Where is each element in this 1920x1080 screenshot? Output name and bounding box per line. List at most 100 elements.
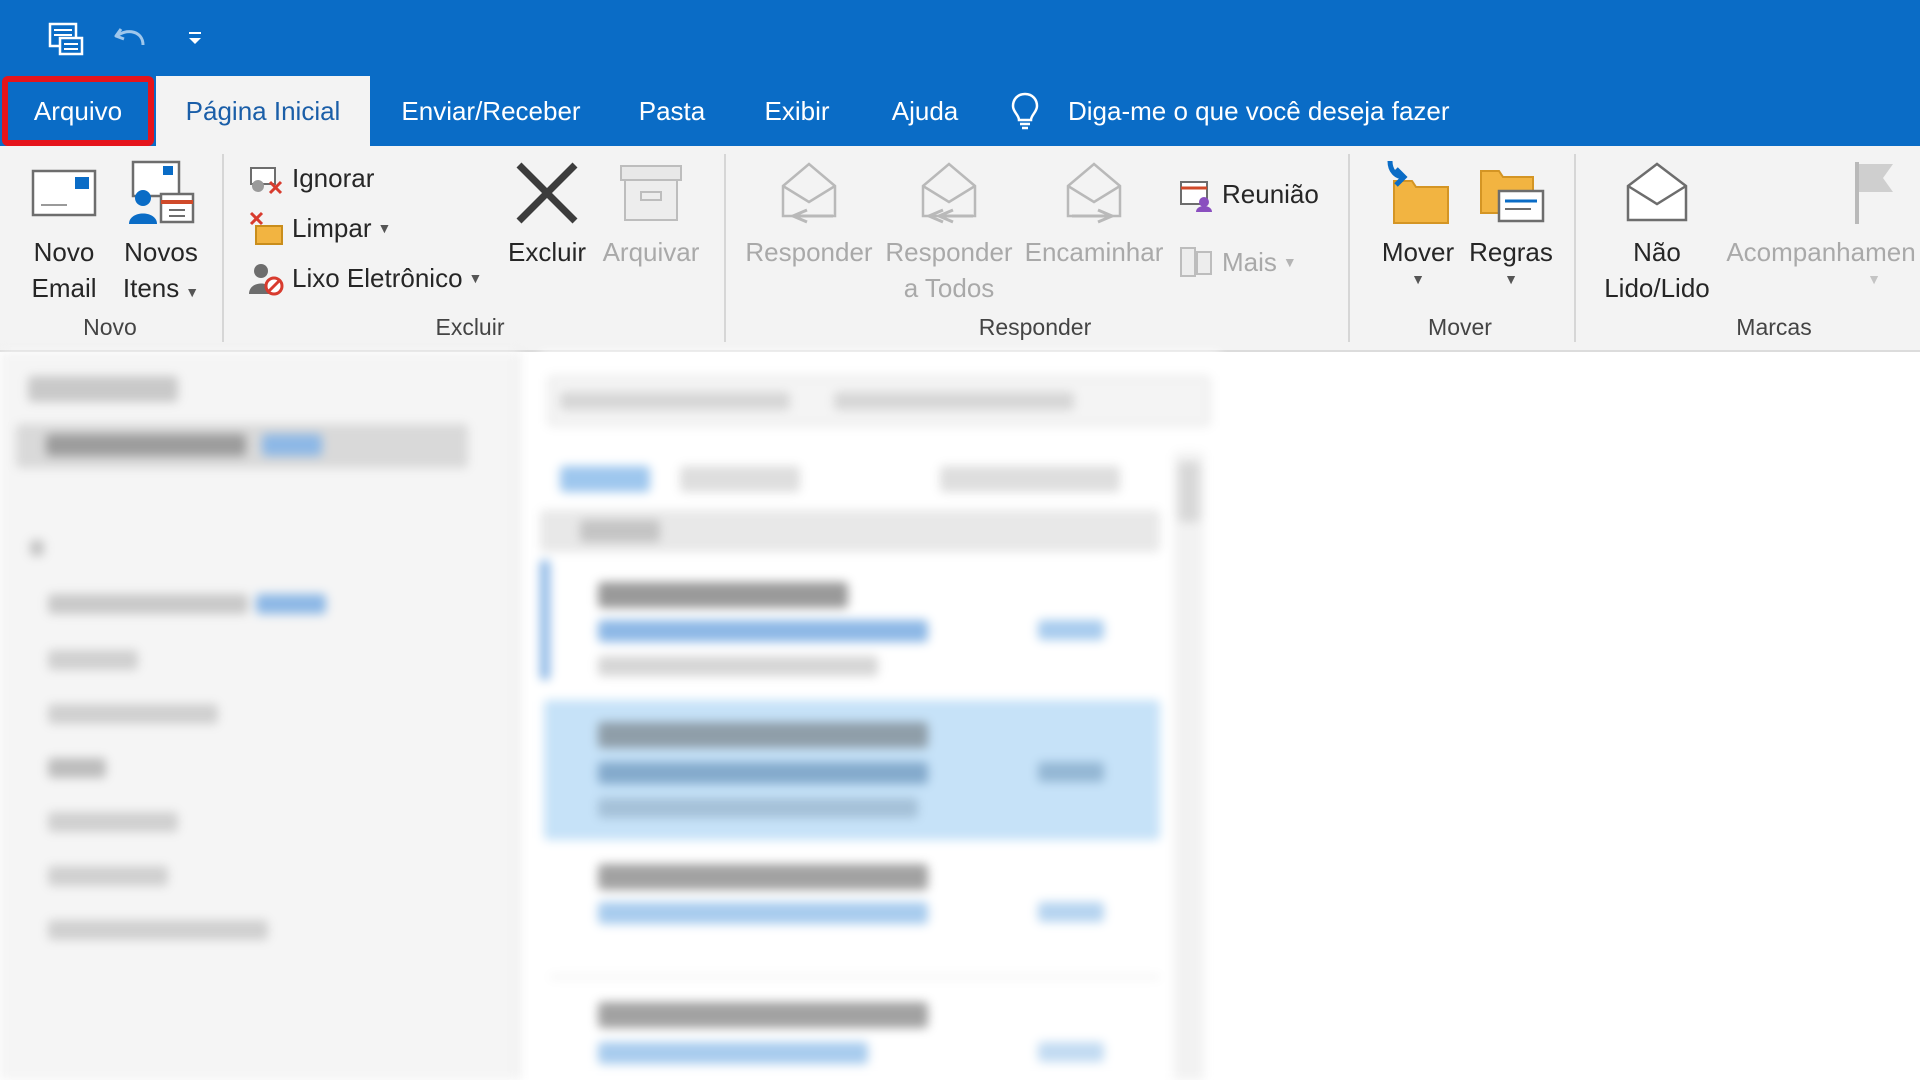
lightbulb-icon	[1010, 91, 1040, 131]
move-folder-icon	[1382, 154, 1454, 232]
folder-item	[48, 812, 178, 832]
message-subject	[598, 762, 928, 784]
tab-exibir[interactable]: Exibir	[744, 76, 850, 146]
ribbon-tab-bar: Arquivo Página Inicial Enviar/Receber Pa…	[0, 76, 1920, 146]
reading-pane	[1222, 352, 1920, 1080]
folder-item	[48, 920, 268, 940]
folder-item	[48, 758, 106, 778]
list-scrollbar[interactable]	[1174, 452, 1204, 1080]
reply-button[interactable]: Responder	[744, 154, 874, 270]
meeting-button[interactable]: Reunião	[1176, 174, 1319, 214]
message-sender	[598, 1002, 928, 1028]
tab-pasta[interactable]: Pasta	[620, 76, 724, 146]
reply-all-label-2: a Todos	[903, 273, 995, 303]
message-preview	[598, 656, 878, 676]
group-label-responder: Responder	[978, 314, 1092, 340]
meeting-icon	[1176, 174, 1216, 214]
rules-button[interactable]: Regras ▼	[1466, 154, 1556, 288]
chevron-down-icon: ▼	[1504, 271, 1518, 287]
reply-all-button[interactable]: Responder a Todos	[882, 154, 1016, 306]
new-items-label-2: Itens ▼	[123, 270, 199, 310]
clean-up-icon	[246, 208, 286, 248]
clean-up-label: Limpar	[292, 212, 372, 243]
unread-marker	[540, 560, 550, 680]
forward-label: Encaminhar	[1024, 237, 1164, 267]
new-items-label-1: Novos	[124, 237, 198, 267]
group-label-marcas: Marcas	[1736, 314, 1812, 340]
junk-label: Lixo Eletrônico	[292, 262, 463, 293]
group-separator	[1348, 154, 1350, 342]
message-subject	[598, 620, 928, 642]
message-time	[1038, 762, 1104, 782]
group-label-novo: Novo	[83, 314, 137, 340]
main-area	[0, 352, 1920, 1080]
unread-read-label-2: Lido/Lido	[1604, 273, 1710, 303]
expand-icon	[30, 540, 44, 556]
rules-icon	[1475, 154, 1547, 232]
group-separator	[1574, 154, 1576, 342]
unread-read-label-1: Não	[1633, 237, 1681, 267]
folder-label	[46, 434, 246, 456]
tab-arquivo[interactable]: Arquivo	[2, 76, 154, 146]
rules-label: Regras	[1469, 237, 1553, 267]
account-item	[48, 594, 248, 614]
new-email-label-2: Email	[31, 273, 97, 303]
title-bar	[0, 0, 1920, 76]
message-subject	[598, 902, 928, 924]
customize-qat-icon[interactable]	[178, 14, 212, 62]
tab-enviar-receber[interactable]: Enviar/Receber	[386, 76, 596, 146]
chevron-down-icon: ▼	[1282, 254, 1297, 270]
outlook-window: Arquivo Página Inicial Enviar/Receber Pa…	[0, 0, 1920, 1080]
junk-button[interactable]: Lixo Eletrônico ▼	[246, 258, 482, 298]
search-placeholder	[560, 392, 790, 410]
meeting-label: Reunião	[1222, 178, 1319, 209]
tell-me-text: Diga-me o que você deseja fazer	[1068, 95, 1450, 126]
move-button[interactable]: Mover ▼	[1370, 154, 1466, 288]
tab-pagina-inicial[interactable]: Página Inicial	[156, 76, 370, 146]
forward-button[interactable]: Encaminhar	[1022, 154, 1166, 270]
envelope-open-icon	[1622, 154, 1692, 232]
search-scope	[834, 392, 1074, 410]
delete-button[interactable]: Excluir	[502, 154, 592, 270]
more-respond-button[interactable]: Mais ▼	[1176, 242, 1297, 282]
tell-me-search[interactable]: Diga-me o que você deseja fazer	[1010, 76, 1450, 146]
filter-unread[interactable]	[680, 466, 800, 492]
tab-ajuda[interactable]: Ajuda	[870, 76, 980, 146]
unread-read-button[interactable]: Não Lido/Lido	[1592, 154, 1722, 306]
send-receive-icon[interactable]	[42, 14, 90, 62]
reply-all-label-1: Responder	[885, 237, 1013, 267]
undo-icon[interactable]	[108, 14, 154, 62]
reply-icon	[773, 154, 845, 232]
unread-count	[262, 434, 322, 456]
ribbon: Novo Email Novos Itens ▼ Novo Ignorar Li…	[0, 146, 1920, 352]
divider	[550, 976, 1160, 978]
date-group-label	[580, 520, 660, 542]
archive-label: Arquivar	[602, 237, 700, 267]
delete-x-icon	[513, 154, 581, 232]
more-label: Mais	[1222, 246, 1277, 277]
new-items-button[interactable]: Novos Itens ▼	[114, 154, 208, 310]
message-sender	[598, 864, 928, 890]
group-separator	[724, 154, 726, 342]
clean-up-button[interactable]: Limpar ▼	[246, 208, 391, 248]
follow-up-label: Acompanhamen	[1726, 237, 1916, 267]
chevron-down-icon: ▼	[1867, 271, 1881, 287]
folder-pane[interactable]	[0, 352, 520, 1080]
chevron-down-icon: ▼	[185, 284, 200, 300]
move-label: Mover	[1381, 237, 1455, 267]
follow-up-button[interactable]: Acompanhamen ▼	[1722, 154, 1920, 288]
sort-by[interactable]	[940, 466, 1120, 492]
ignore-button[interactable]: Ignorar	[246, 158, 374, 198]
more-icon	[1176, 242, 1216, 282]
filter-all[interactable]	[560, 466, 650, 492]
reply-label: Responder	[745, 237, 873, 267]
account-count	[256, 594, 326, 614]
folder-item	[48, 650, 138, 670]
new-email-button[interactable]: Novo Email	[14, 154, 114, 306]
message-time	[1038, 902, 1104, 922]
scrollbar-thumb[interactable]	[1178, 462, 1200, 522]
message-time	[1038, 1042, 1104, 1062]
folder-item	[48, 866, 168, 886]
message-list[interactable]	[540, 352, 1220, 1080]
archive-button[interactable]: Arquivar	[596, 154, 706, 270]
